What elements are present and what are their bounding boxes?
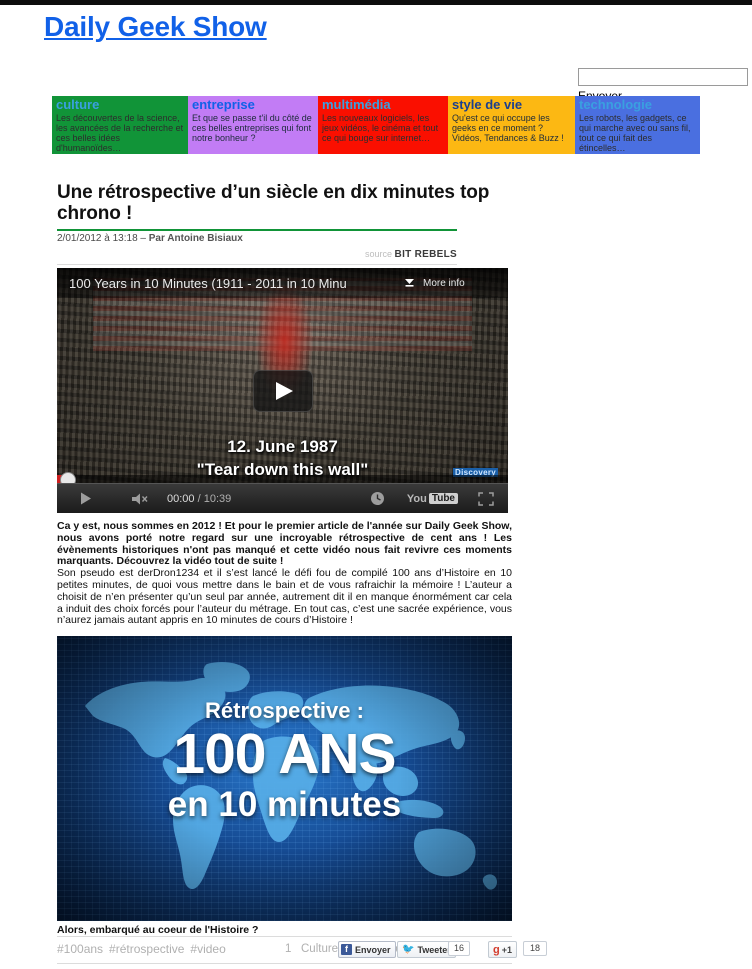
- nav-item-technologie[interactable]: technologie Les robots, les gadgets, ce …: [575, 96, 700, 154]
- fullscreen-icon: [478, 491, 494, 506]
- nav-item-entreprise-title: entreprise: [192, 97, 255, 112]
- big-play-button[interactable]: [252, 369, 313, 412]
- play-icon: [81, 492, 91, 505]
- google-plus-icon: g: [493, 943, 500, 956]
- article-source: source BIT REBELS: [57, 249, 457, 260]
- nav-item-multimedia[interactable]: multimédia Les nouveaux logiciels, les j…: [318, 96, 448, 154]
- article-meta: 2/01/2012 à 13:18 – Par Antoine Bisiaux: [57, 233, 512, 244]
- nav-item-technologie-title: technologie: [579, 97, 652, 112]
- nav-item-culture-desc: Les découvertes de la science, les avanc…: [56, 113, 184, 153]
- youtube-you-text: You: [406, 492, 427, 505]
- player-title-bar: 100 Years in 10 Minutes (1911 - 2011 in …: [57, 268, 508, 298]
- watch-later-button[interactable]: [370, 491, 385, 506]
- more-info-label: More info: [423, 277, 465, 289]
- mute-button[interactable]: [131, 492, 151, 506]
- category-nav: culture Les découvertes de la science, l…: [52, 96, 700, 154]
- search-input[interactable]: [578, 68, 748, 86]
- nav-item-entreprise-desc: Et que se passe t'il du côté de ces bell…: [192, 113, 312, 143]
- comment-count[interactable]: 1: [285, 943, 291, 955]
- source-name[interactable]: BIT REBELS: [395, 249, 457, 260]
- illustration-text: Rétrospective : 100 ANS en 10 minutes: [57, 698, 512, 825]
- nav-item-multimedia-title: multimédia: [322, 97, 391, 112]
- clock-icon: [370, 492, 384, 505]
- facebook-share-button[interactable]: f Envoyer: [338, 941, 396, 958]
- article-date: 2/01/2012 à 13:18 –: [57, 233, 149, 244]
- facebook-share-label: Envoyer: [355, 944, 391, 955]
- nav-item-style-de-vie-desc: Qu'est ce qui occupe les geeks en ce mom…: [452, 113, 564, 143]
- nav-item-multimedia-desc: Les nouveaux logiciels, les jeux vidéos,…: [322, 113, 439, 143]
- google-plus-one-button[interactable]: g +1: [488, 941, 517, 958]
- article-paragraph-1: Ca y est, nous sommes en 2012 ! Et pour …: [57, 520, 512, 568]
- top-black-bar: [0, 0, 752, 5]
- twitter-icon: 🐦: [402, 944, 415, 955]
- footer-divider-top: [57, 936, 512, 937]
- article-footer: #100ans#rétrospective#video 1 Culture Sc…: [57, 940, 547, 964]
- current-time: 00:00: [167, 492, 195, 505]
- nav-item-style-de-vie[interactable]: style de vie Qu'est ce qui occupe les ge…: [448, 96, 575, 154]
- twitter-share-label: Tweeter: [417, 944, 451, 955]
- google-plus-one-count[interactable]: 18: [523, 941, 547, 956]
- mute-icon: [132, 493, 148, 504]
- player-controls: 00:00 / 10:39 You Tube: [57, 483, 508, 513]
- title-divider: [57, 229, 457, 231]
- tag-list: #100ans #rétrospective #video: [57, 942, 232, 956]
- footer-divider-bottom: [57, 963, 512, 964]
- time-display: 00:00 / 10:39: [167, 493, 231, 505]
- video-caption-line1: 12. June 1987: [227, 437, 338, 456]
- illustration-line-2: 100 ANS: [173, 722, 396, 786]
- youtube-player[interactable]: 12. June 1987 "Tear down this wall" Disc…: [57, 268, 508, 513]
- page-title: Une rétrospective d’un siècle en dix min…: [57, 182, 490, 224]
- tag-100ans[interactable]: #100ans: [57, 942, 103, 956]
- source-label: source: [365, 249, 393, 259]
- site-logo[interactable]: Daily Geek Show: [44, 11, 267, 43]
- duration: 10:39: [203, 492, 232, 505]
- tag-video[interactable]: #video: [190, 942, 225, 956]
- more-info-button[interactable]: More info: [403, 277, 465, 289]
- illustration-line-1: Rétrospective :: [205, 698, 364, 723]
- illustration-line-3: en 10 minutes: [167, 785, 402, 824]
- meta-divider: [57, 264, 457, 265]
- video-title[interactable]: 100 Years in 10 Minutes (1911 - 2011 in …: [69, 276, 399, 291]
- youtube-logo-button[interactable]: You Tube: [407, 493, 458, 505]
- time-separator: /: [194, 492, 204, 505]
- nav-item-technologie-desc: Les robots, les gadgets, ce qui marche a…: [579, 113, 691, 153]
- twitter-share-count[interactable]: 16: [448, 941, 470, 956]
- twitter-share-button[interactable]: 🐦 Tweeter: [397, 941, 456, 958]
- play-button[interactable]: [79, 491, 93, 506]
- illustration-caption: Alors, embarqué au coeur de l'Histoire ?: [57, 924, 259, 936]
- article-body: Ca y est, nous sommes en 2012 ! Et pour …: [57, 520, 512, 627]
- google-plus-one-label: +1: [501, 944, 512, 955]
- chevron-down-icon: [403, 277, 416, 289]
- nav-item-culture-title: culture: [56, 97, 100, 112]
- nav-item-culture[interactable]: culture Les découvertes de la science, l…: [52, 96, 188, 154]
- article-author[interactable]: Par Antoine Bisiaux: [149, 233, 243, 244]
- tag-retrospective[interactable]: #rétrospective: [109, 942, 184, 956]
- fullscreen-button[interactable]: [478, 491, 494, 506]
- facebook-icon: f: [341, 944, 352, 955]
- article-illustration: Rétrospective : 100 ANS en 10 minutes: [57, 636, 512, 921]
- article-paragraph-2: Son pseudo est derDron1234 et il s’est l…: [57, 567, 512, 627]
- youtube-tube-text: Tube: [428, 493, 458, 504]
- nav-item-style-de-vie-title: style de vie: [452, 97, 523, 112]
- article-header: Une rétrospective d’un siècle en dix min…: [57, 182, 512, 265]
- nav-item-entreprise[interactable]: entreprise Et que se passe t'il du côté …: [188, 96, 318, 154]
